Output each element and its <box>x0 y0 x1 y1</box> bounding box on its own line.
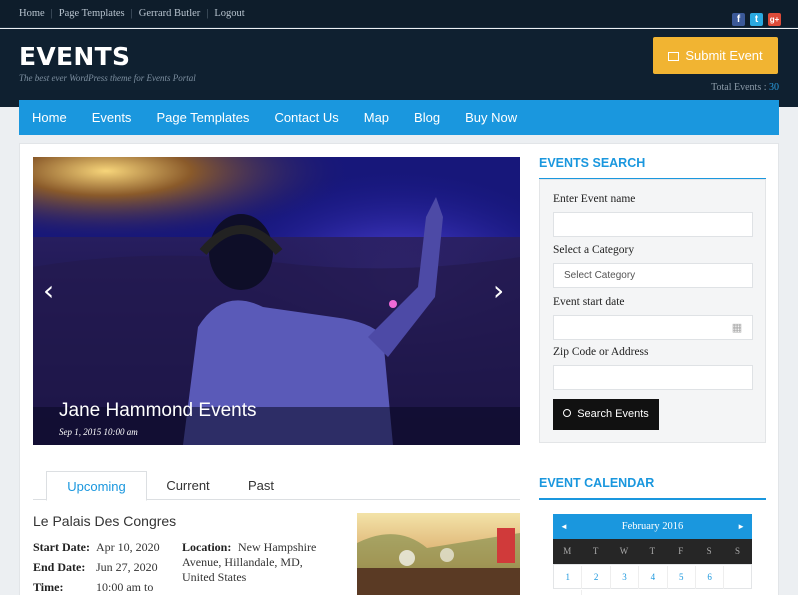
nav-item-home[interactable]: Home <box>32 100 67 135</box>
top-link-page-templates[interactable]: Page Templates <box>59 8 125 19</box>
location-line-1: New Hampshire <box>238 540 317 554</box>
google-plus-icon[interactable]: g+ <box>768 13 781 26</box>
weekday: S <box>735 546 741 556</box>
end-date-value: Jun 27, 2020 <box>96 560 158 574</box>
time-label: Time: <box>33 580 64 594</box>
category-label: Select a Category <box>553 244 635 256</box>
slider-next-arrow[interactable]: › <box>493 277 504 305</box>
nav-item-events[interactable]: Events <box>92 100 132 135</box>
tab-upcoming[interactable]: Upcoming <box>46 471 147 501</box>
facebook-icon[interactable]: f <box>732 13 745 26</box>
time-value: 10:00 am to <box>96 580 154 594</box>
end-date-label: End Date: <box>33 560 86 574</box>
location-line-3: United States <box>182 570 247 584</box>
calendar-day[interactable]: 6 <box>696 566 725 589</box>
calendar-day[interactable]: 7 <box>554 590 583 595</box>
calendar-day[interactable]: 3 <box>611 566 640 589</box>
search-icon <box>563 409 572 417</box>
calendar-weekdays: MTWTFSS <box>553 539 752 564</box>
calendar-next-icon[interactable]: ► <box>737 514 745 539</box>
nav-item-buy-now[interactable]: Buy Now <box>465 100 517 135</box>
event-calendar: ◄ February 2016 ► M T W T F S S 123456 7 <box>553 514 752 595</box>
search-events-button[interactable]: Search Events <box>553 399 659 430</box>
event-calendar-title: EVENT CALENDAR <box>539 476 655 490</box>
event-thumbnail[interactable] <box>357 513 520 595</box>
nav-item-page-templates[interactable]: Page Templates <box>156 100 249 135</box>
nav-item-blog[interactable]: Blog <box>414 100 440 135</box>
site-tagline: The best ever WordPress theme for Events… <box>19 73 196 83</box>
weekday: W <box>619 546 629 556</box>
content-area: ‹ › Jane Hammond Events Sep 1, 2015 10:0… <box>19 143 779 595</box>
total-events: Total Events : 30 <box>711 82 779 93</box>
weekday: M <box>563 546 572 556</box>
calendar-day[interactable]: 5 <box>668 566 696 589</box>
top-links: Home | Page Templates | Gerrard Butler | Logou… <box>19 8 245 19</box>
location-label: Location: <box>182 540 232 554</box>
slide-date: Sep 1, 2015 10:00 am <box>59 427 138 437</box>
calendar-prev-icon[interactable]: ◄ <box>560 514 568 539</box>
top-bar: Home | Page Templates | Gerrard Butler | Logou… <box>0 0 798 28</box>
start-date-input[interactable] <box>553 315 723 340</box>
calendar-icon[interactable]: ▦ <box>722 315 753 340</box>
weekday: S <box>706 546 712 556</box>
social-links: f t g+ <box>727 7 781 26</box>
main-nav: Home Events Page Templates Contact Us Map Blo… <box>19 100 779 135</box>
twitter-icon[interactable]: t <box>750 13 763 26</box>
weekday: T <box>592 546 599 556</box>
weekday: T <box>649 546 656 556</box>
start-date-label: Start Date: <box>33 540 90 554</box>
site-header: EVENTS The best ever WordPress theme for… <box>0 29 798 107</box>
nav-item-contact[interactable]: Contact Us <box>274 100 338 135</box>
weekday: F <box>678 546 684 556</box>
event-tabs: Upcoming Current Past <box>33 471 520 501</box>
submit-event-label: Submit Event <box>685 48 763 63</box>
edit-icon <box>668 52 680 61</box>
zip-input[interactable] <box>553 365 753 390</box>
search-events-label: Search Events <box>577 408 649 420</box>
event-title[interactable]: Le Palais Des Congres <box>33 514 176 528</box>
slider-prev-arrow[interactable]: ‹ <box>43 277 54 305</box>
zip-label: Zip Code or Address <box>553 346 649 358</box>
slide-title[interactable]: Jane Hammond Events <box>59 401 257 420</box>
location-line-2: Avenue, Hillandale, MD, <box>182 555 303 569</box>
featured-slider[interactable]: ‹ › Jane Hammond Events Sep 1, 2015 10:0… <box>33 157 520 445</box>
site-title[interactable]: EVENTS <box>19 44 130 69</box>
top-link-home[interactable]: Home <box>19 8 45 19</box>
event-name-label: Enter Event name <box>553 193 636 205</box>
tab-past[interactable]: Past <box>235 471 287 501</box>
nav-item-map[interactable]: Map <box>364 100 389 135</box>
top-link-user[interactable]: Gerrard Butler <box>139 8 201 19</box>
events-search-title: EVENTS SEARCH <box>539 156 646 170</box>
event-name-input[interactable] <box>553 212 753 237</box>
calendar-day[interactable]: 4 <box>639 566 668 589</box>
start-date-value: Apr 10, 2020 <box>96 540 160 554</box>
calendar-month: February 2016 <box>621 521 684 532</box>
events-search-form: Enter Event name Select a Category Selec… <box>539 179 766 443</box>
category-select[interactable]: Select Category <box>553 263 753 288</box>
calendar-day[interactable]: 1 <box>554 566 583 589</box>
calendar-day[interactable]: 2 <box>582 566 611 589</box>
start-date-field-label: Event start date <box>553 296 625 308</box>
total-events-label: Total Events : <box>711 82 767 93</box>
event-calendar-divider <box>539 498 766 500</box>
total-events-count: 30 <box>769 82 779 93</box>
tab-current[interactable]: Current <box>152 471 224 501</box>
top-link-logout[interactable]: Logout <box>214 8 244 19</box>
calendar-week-row: 123456 7 <box>553 564 752 595</box>
submit-event-button[interactable]: Submit Event <box>653 37 778 74</box>
event-thumbnail-image <box>357 513 520 595</box>
calendar-header: ◄ February 2016 ► <box>553 514 752 539</box>
